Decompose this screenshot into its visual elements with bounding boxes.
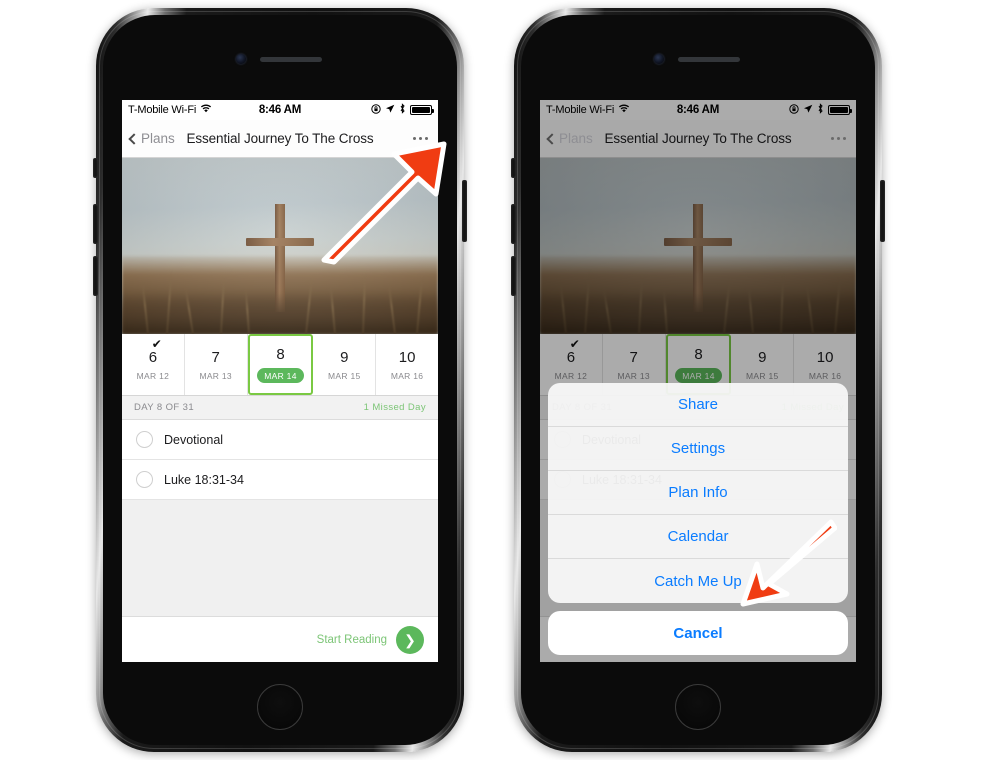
location-arrow-icon <box>803 104 813 117</box>
back-label: Plans <box>141 131 175 146</box>
task-label: Devotional <box>164 432 224 447</box>
action-sheet-item-settings[interactable]: Settings <box>548 427 848 471</box>
checkbox-circle-icon[interactable] <box>136 431 153 448</box>
rotation-lock-icon <box>789 103 799 117</box>
bottom-bar: Start Reading ❯ <box>122 616 438 662</box>
volume-up-button[interactable] <box>511 204 516 244</box>
volume-up-button[interactable] <box>93 204 98 244</box>
battery-full-icon <box>828 105 852 115</box>
screen-left: T-Mobile Wi-Fi 8:46 AM Plans Essential J… <box>122 100 438 662</box>
more-horizontal-icon[interactable] <box>411 131 431 147</box>
status-bar-right <box>789 103 852 117</box>
missed-days-label: 1 Missed Day <box>363 402 426 413</box>
bluetooth-icon <box>817 103 824 117</box>
action-sheet-item-calendar[interactable]: Calendar <box>548 515 848 559</box>
chevron-left-icon <box>128 132 140 145</box>
list-item[interactable]: Luke 18:31-34 <box>122 460 438 500</box>
content-filler <box>122 500 438 616</box>
plan-hero-image <box>122 158 438 334</box>
earpiece-speaker <box>678 57 740 62</box>
volume-down-button[interactable] <box>511 256 516 296</box>
calendar-day[interactable]: 7 MAR 13 <box>185 334 248 395</box>
action-sheet-options: Share Settings Plan Info Calendar Catch … <box>548 383 848 603</box>
nav-bar: Plans Essential Journey To The Cross <box>122 120 438 158</box>
selected-date-pill: MAR 14 <box>257 368 304 383</box>
action-sheet-item-plan-info[interactable]: Plan Info <box>548 471 848 515</box>
action-sheet-item-catch-me-up[interactable]: Catch Me Up <box>548 559 848 603</box>
back-button[interactable]: Plans <box>128 131 175 146</box>
status-bar: T-Mobile Wi-Fi 8:46 AM <box>122 100 438 120</box>
calendar-day[interactable]: 9 MAR 15 <box>313 334 377 395</box>
calendar-day[interactable]: ✔ 6 MAR 12 <box>122 334 185 395</box>
action-sheet-item-share[interactable]: Share <box>548 383 848 427</box>
power-button[interactable] <box>880 180 885 242</box>
screenshot-stage: T-Mobile Wi-Fi 8:46 AM Plans Essential J… <box>0 0 1000 760</box>
location-arrow-icon <box>385 104 395 117</box>
calendar-day[interactable]: 10 MAR 16 <box>376 334 438 395</box>
start-reading-button[interactable]: ❯ <box>396 625 424 654</box>
silent-switch[interactable] <box>511 158 516 178</box>
rotation-lock-icon <box>371 103 381 117</box>
cancel-button[interactable]: Cancel <box>548 611 848 655</box>
list-item[interactable]: Devotional <box>122 420 438 460</box>
front-camera-icon <box>654 54 664 64</box>
task-label: Luke 18:31-34 <box>164 472 244 487</box>
back-button[interactable]: Plans <box>546 131 593 146</box>
chevron-left-icon <box>546 132 558 145</box>
phone-left: T-Mobile Wi-Fi 8:46 AM Plans Essential J… <box>93 8 467 752</box>
phone-right: T-Mobile Wi-Fi 8:46 AM Plans Essential J… <box>511 8 885 752</box>
home-button[interactable] <box>257 684 303 730</box>
front-camera-icon <box>236 54 246 64</box>
day-progress-header: DAY 8 OF 31 1 Missed Day <box>122 396 438 420</box>
more-horizontal-icon[interactable] <box>829 131 849 147</box>
checkbox-circle-icon[interactable] <box>136 471 153 488</box>
power-button[interactable] <box>462 180 467 242</box>
start-reading-label: Start Reading <box>316 633 387 646</box>
calendar-day-selected[interactable]: 8 MAR 14 <box>247 334 314 395</box>
volume-down-button[interactable] <box>93 256 98 296</box>
silent-switch[interactable] <box>93 158 98 178</box>
earpiece-speaker <box>260 57 322 62</box>
battery-full-icon <box>410 105 434 115</box>
back-label: Plans <box>559 131 593 146</box>
task-list: Devotional Luke 18:31-34 <box>122 420 438 500</box>
calendar-strip: ✔ 6 MAR 12 7 MAR 13 8 MAR 14 9 MAR 15 10… <box>122 334 438 396</box>
day-progress-label: DAY 8 OF 31 <box>134 402 195 413</box>
screen-right: T-Mobile Wi-Fi 8:46 AM Plans Essential J… <box>540 100 856 662</box>
status-bar-right <box>371 103 434 117</box>
bluetooth-icon <box>399 103 406 117</box>
home-button[interactable] <box>675 684 721 730</box>
completed-check-icon: ✔ <box>151 337 162 351</box>
action-sheet: Share Settings Plan Info Calendar Catch … <box>548 383 848 655</box>
